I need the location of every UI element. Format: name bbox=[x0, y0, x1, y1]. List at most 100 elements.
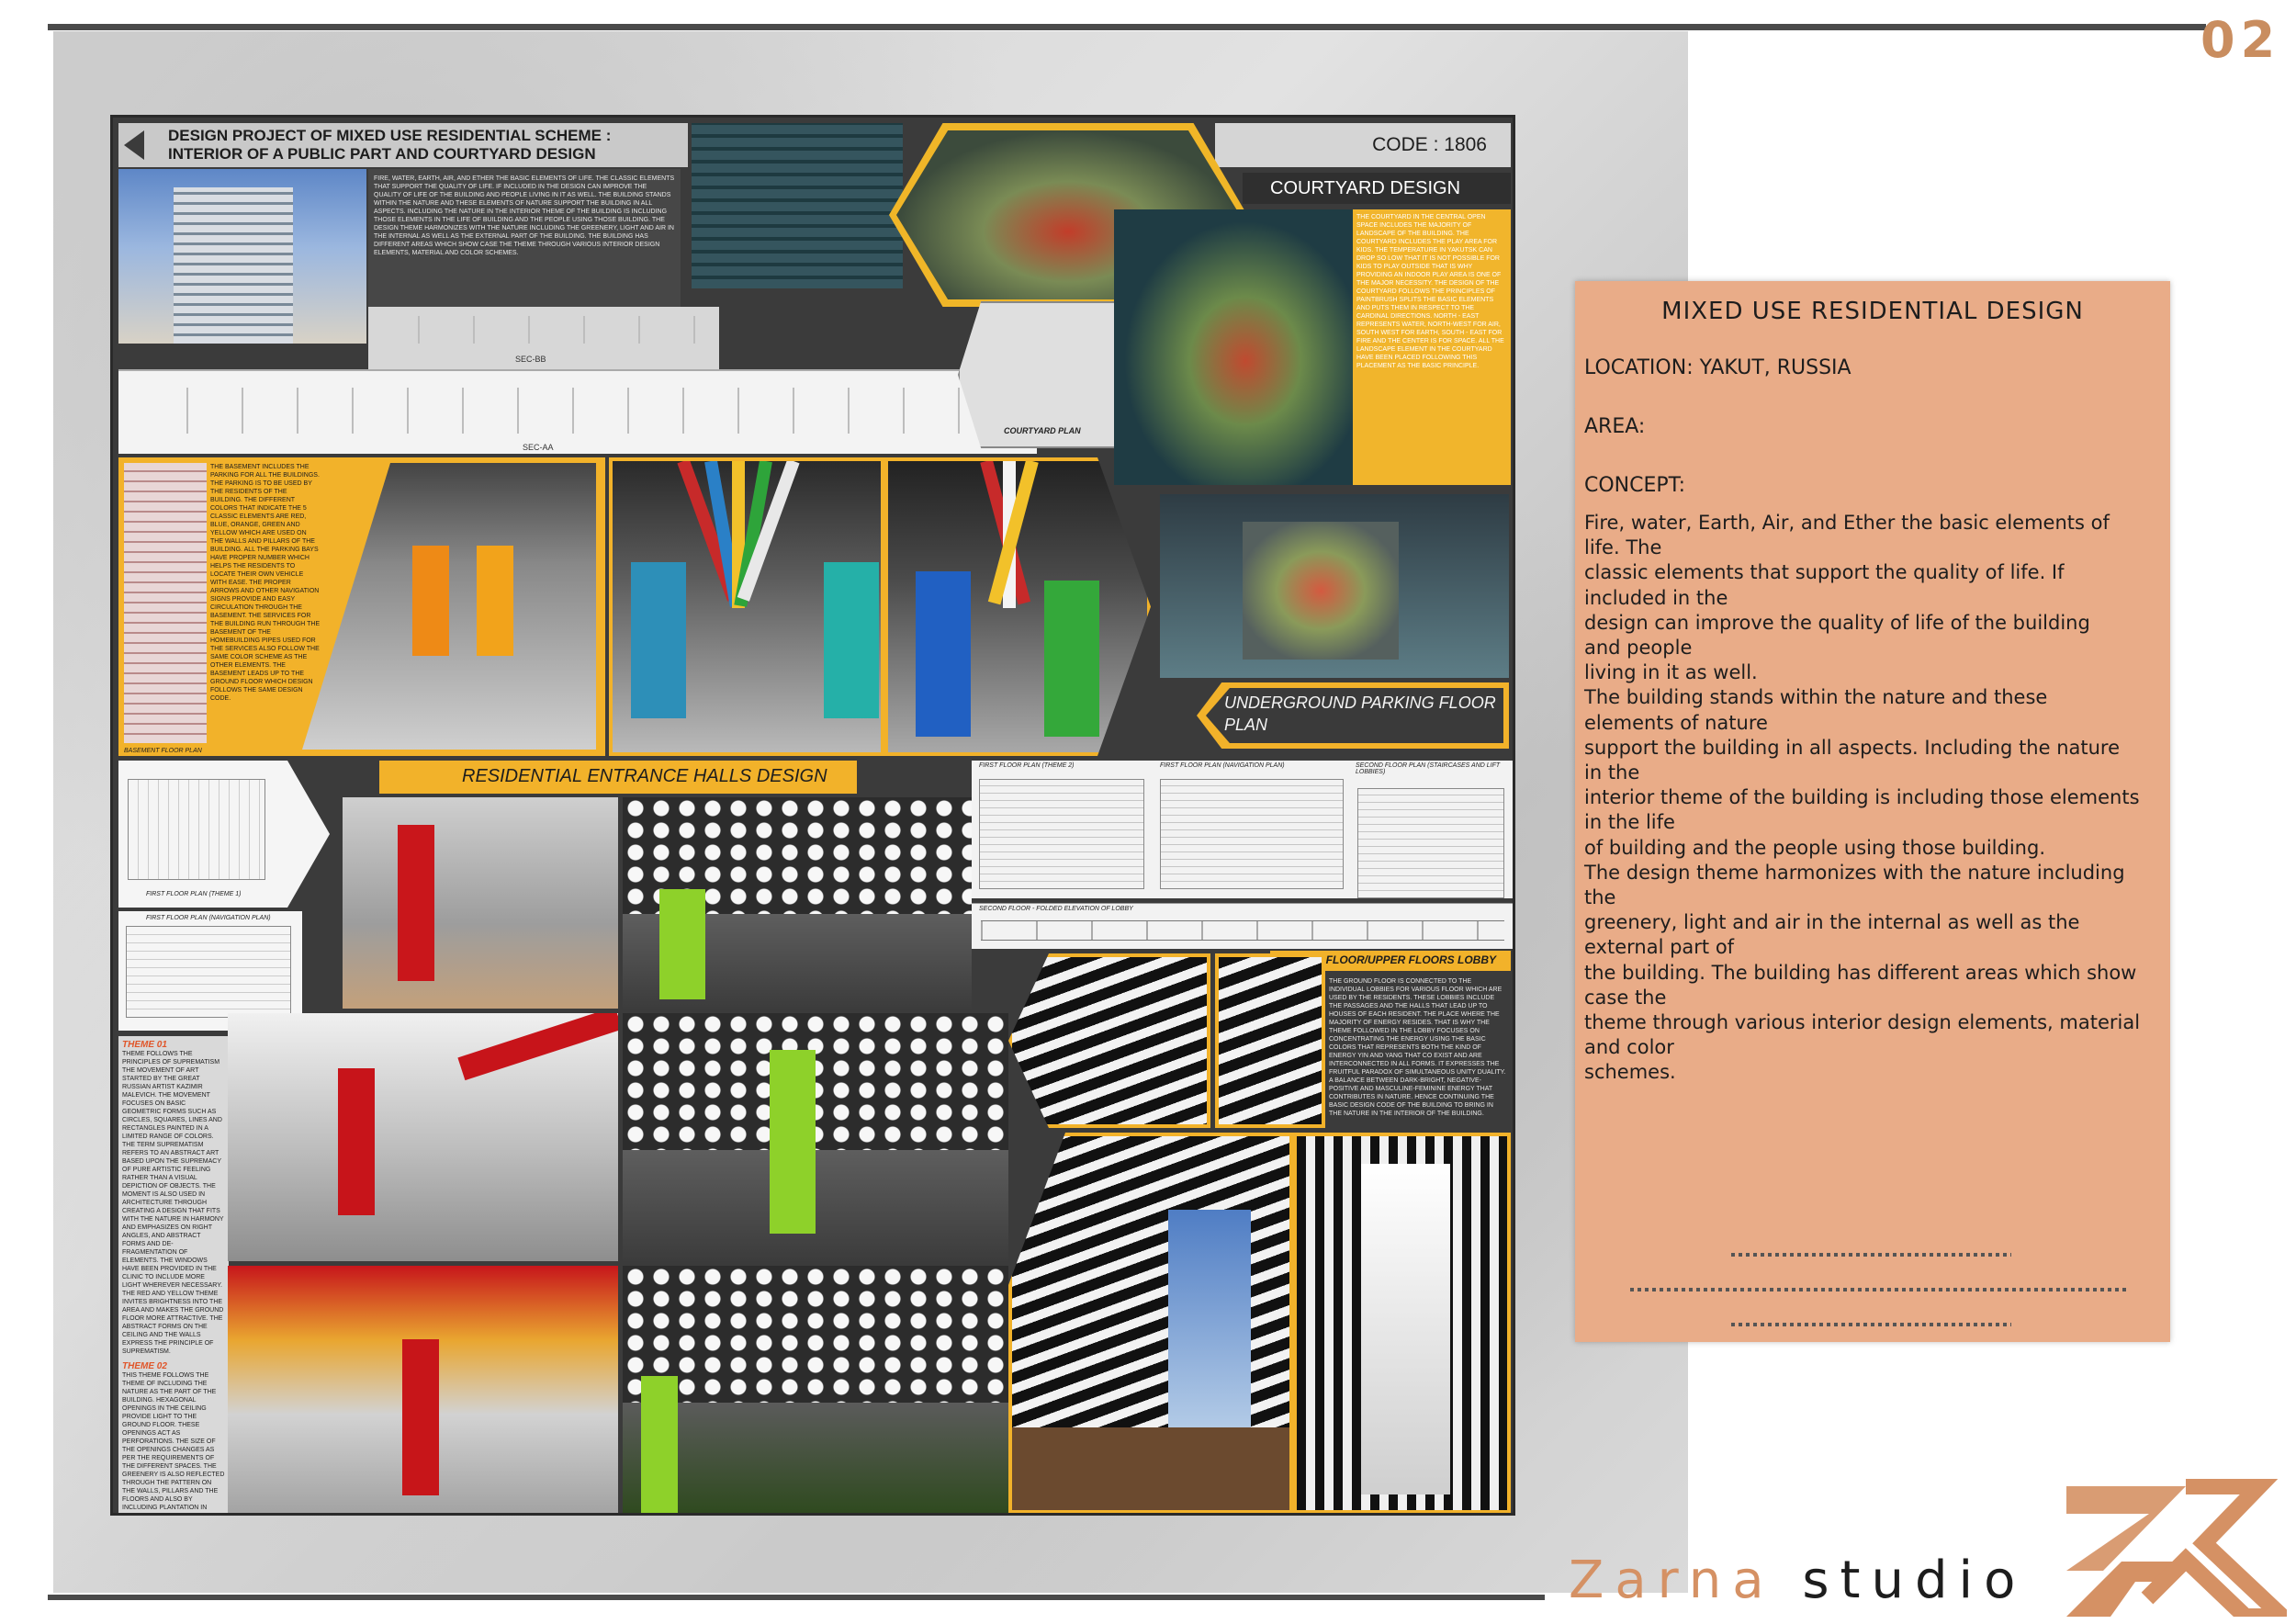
lobby-render-2 bbox=[1215, 953, 1325, 1128]
card-line: and color bbox=[1584, 1036, 1674, 1059]
card-line: The building stands within the nature an… bbox=[1584, 686, 2048, 709]
facade-image bbox=[692, 123, 903, 288]
parking-render-colored-stripes bbox=[609, 457, 884, 756]
card-location: LOCATION: YAKUT, RUSSIA bbox=[1584, 356, 1851, 379]
page-number: 02 bbox=[2200, 11, 2281, 69]
courtyard-top-view-image bbox=[1160, 494, 1509, 678]
card-line: the bbox=[1584, 886, 1616, 909]
studio-name-part-a: Zarna bbox=[1569, 1551, 1775, 1610]
basement-text-block: THE BASEMENT INCLUDES THE PARKING FOR AL… bbox=[210, 463, 321, 703]
theme1-label: THEME 01 bbox=[122, 1040, 167, 1050]
card-line: interior theme of the building is includ… bbox=[1584, 786, 2140, 809]
theme-text-column: THEME 01 THEME FOLLOWS THE PRINCIPLES OF… bbox=[118, 1036, 229, 1513]
parking-render-image bbox=[302, 463, 596, 750]
courtyard-text: THE COURTYARD IN THE CENTRAL OPEN SPACE … bbox=[1356, 214, 1504, 369]
entrance-render-3 bbox=[228, 1013, 618, 1261]
studio-name: Zarna studio bbox=[1569, 1551, 2026, 1610]
card-line: the building. The building has different… bbox=[1584, 961, 2137, 984]
entrance-render-1 bbox=[343, 797, 618, 1009]
card-line: theme through various interior design el… bbox=[1584, 1011, 2141, 1034]
sec-aa-label: SEC-AA bbox=[523, 443, 554, 452]
second-floor-elevation-label: SECOND FLOOR - FOLDED ELEVATION OF LOBBY bbox=[979, 906, 1133, 912]
card-line: support the building in all aspects. Inc… bbox=[1584, 736, 2121, 759]
card-line: in the bbox=[1584, 761, 1640, 784]
poster-sheet: DESIGN PROJECT OF MIXED USE RESIDENTIAL … bbox=[110, 115, 1515, 1516]
lobby-folded-elevation: SECOND FLOOR - FOLDED ELEVATION OF LOBBY bbox=[972, 903, 1513, 949]
dotted-divider bbox=[1731, 1253, 2011, 1257]
courtyard-heading: COURTYARD DESIGN bbox=[1243, 173, 1511, 204]
theme2-text: THIS THEME FOLLOWS THE THEME OF INCLUDIN… bbox=[122, 1372, 225, 1511]
card-line: life. The bbox=[1584, 536, 1662, 559]
courtyard-render-image bbox=[1114, 209, 1353, 485]
courtyard-text-block: THE COURTYARD IN THE CENTRAL OPEN SPACE … bbox=[1353, 209, 1511, 485]
card-line: The design theme harmonizes with the nat… bbox=[1584, 861, 2125, 884]
studio-logo-icon bbox=[2066, 1479, 2287, 1617]
entrance-halls-heading-text: RESIDENTIAL ENTRANCE HALLS DESIGN bbox=[462, 766, 827, 786]
basement-plan-label: BASEMENT FLOOR PLAN bbox=[124, 748, 202, 754]
sec-bb-label: SEC-BB bbox=[515, 355, 546, 364]
card-title: MIXED USE RESIDENTIAL DESIGN bbox=[1661, 298, 2084, 325]
underground-parking-label: UNDERGROUND PARKING FLOOR PLAN bbox=[1197, 682, 1509, 749]
card-line: of building and the people using those b… bbox=[1584, 836, 2046, 859]
poster-title-bar: DESIGN PROJECT OF MIXED USE RESIDENTIAL … bbox=[118, 123, 688, 167]
top-rule bbox=[48, 24, 2206, 30]
section-aa-drawing: SEC-AA bbox=[118, 369, 1037, 454]
card-line: external part of bbox=[1584, 936, 1735, 959]
first-floor-theme2-label: FIRST FLOOR PLAN (THEME 2) bbox=[979, 762, 1075, 769]
entrance-render-6 bbox=[623, 1266, 1008, 1513]
back-arrow-icon bbox=[124, 130, 144, 160]
poster-title-line2: INTERIOR OF A PUBLIC PART AND COURTYARD … bbox=[168, 145, 596, 163]
card-line: greenery, light and air in the internal … bbox=[1584, 911, 2080, 934]
first-floor-nav2-label: FIRST FLOOR PLAN (NAVIGATION PLAN) bbox=[1160, 762, 1285, 769]
courtyard-heading-text: COURTYARD DESIGN bbox=[1270, 178, 1461, 198]
card-concept: CONCEPT: bbox=[1584, 474, 1686, 497]
lobby-floor-plans: FIRST FLOOR PLAN (THEME 2) FIRST FLOOR P… bbox=[972, 761, 1513, 898]
courtyard-plan-label: COURTYARD PLAN bbox=[1004, 426, 1081, 435]
studio-name-part-b: studio bbox=[1802, 1551, 2027, 1610]
lobby-text-block: THE GROUND FLOOR IS CONNECTED TO THE IND… bbox=[1325, 974, 1511, 1130]
entrance-render-5 bbox=[228, 1266, 618, 1513]
description-card: MIXED USE RESIDENTIAL DESIGN LOCATION: Y… bbox=[1575, 281, 2170, 1342]
poster-title: DESIGN PROJECT OF MIXED USE RESIDENTIAL … bbox=[168, 127, 611, 164]
lobby-render-1 bbox=[1008, 953, 1210, 1128]
parking-render-corridor bbox=[884, 457, 1151, 756]
lobby-render-3 bbox=[1008, 1133, 1293, 1513]
card-line: and people bbox=[1584, 637, 1693, 660]
entrance-render-2 bbox=[623, 797, 972, 1009]
poster-title-line1: DESIGN PROJECT OF MIXED USE RESIDENTIAL … bbox=[168, 127, 612, 144]
card-line: elements of nature bbox=[1584, 711, 1768, 734]
intro-text-block: FIRE, WATER, EARTH, AIR, AND ETHER THE B… bbox=[368, 169, 681, 307]
card-concept-body: Fire, water, Earth, Air, and Ether the b… bbox=[1584, 511, 2158, 1086]
building-render-image bbox=[118, 169, 366, 344]
second-floor-stairs-label: SECOND FLOOR PLAN (STAIRCASES AND LIFT L… bbox=[1356, 762, 1501, 775]
card-line: included in the bbox=[1584, 586, 1728, 609]
entrance-render-4 bbox=[623, 1013, 1008, 1261]
basement-text: THE BASEMENT INCLUDES THE PARKING FOR AL… bbox=[210, 464, 321, 702]
basement-panel: THE BASEMENT INCLUDES THE PARKING FOR AL… bbox=[118, 457, 605, 756]
project-code: CODE : 1806 bbox=[1215, 123, 1511, 167]
first-floor-plan-theme1: FIRST FLOOR PLAN (THEME 1) bbox=[118, 761, 330, 908]
card-line: classic elements that support the qualit… bbox=[1584, 561, 2065, 584]
underground-parking-text: UNDERGROUND PARKING FLOOR PLAN bbox=[1224, 694, 1496, 734]
card-line: schemes. bbox=[1584, 1061, 1676, 1084]
first-floor-theme1-label: FIRST FLOOR PLAN (THEME 1) bbox=[146, 891, 242, 897]
card-line: living in it as well. bbox=[1584, 661, 1758, 684]
bottom-rule bbox=[48, 1595, 1545, 1600]
first-floor-nav-label: FIRST FLOOR PLAN (NAVIGATION PLAN) bbox=[146, 915, 271, 921]
lobby-text: THE GROUND FLOOR IS CONNECTED TO THE IND… bbox=[1329, 978, 1506, 1117]
dotted-divider bbox=[1731, 1323, 2011, 1326]
project-code-text: CODE : 1806 bbox=[1372, 134, 1487, 155]
dotted-divider bbox=[1630, 1288, 2126, 1291]
card-line: in the life bbox=[1584, 811, 1675, 834]
card-line: case the bbox=[1584, 986, 1667, 1009]
card-area: AREA: bbox=[1584, 415, 1646, 438]
intro-text: FIRE, WATER, EARTH, AIR, AND ETHER THE B… bbox=[374, 175, 675, 256]
card-line: design can improve the quality of life o… bbox=[1584, 611, 2090, 634]
basement-floor-plan bbox=[124, 463, 207, 743]
theme1-text: THEME FOLLOWS THE PRINCIPLES OF SUPREMAT… bbox=[122, 1051, 224, 1355]
entrance-halls-heading: RESIDENTIAL ENTRANCE HALLS DESIGN bbox=[379, 761, 857, 794]
lobby-render-4 bbox=[1293, 1133, 1511, 1513]
card-line: Fire, water, Earth, Air, and Ether the b… bbox=[1584, 512, 2110, 534]
section-bb-drawing: SEC-BB bbox=[368, 307, 719, 369]
theme2-label: THEME 02 bbox=[122, 1361, 167, 1371]
